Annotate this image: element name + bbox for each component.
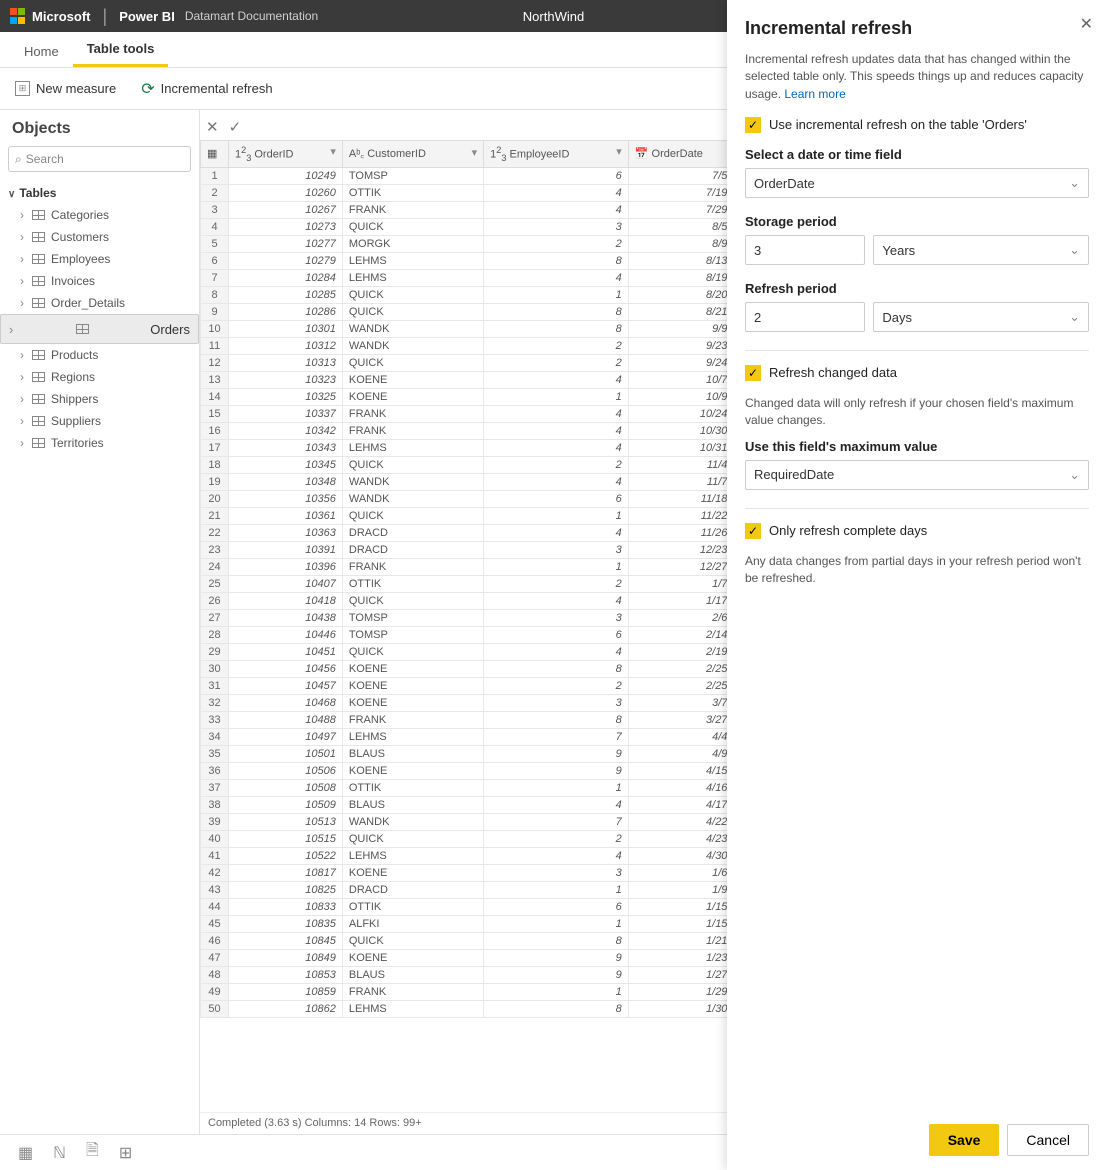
- use-incremental-checkbox[interactable]: ✓ Use incremental refresh on the table '…: [745, 117, 1089, 133]
- changed-data-desc: Changed data will only refresh if your c…: [745, 395, 1089, 429]
- sidebar-item-customers[interactable]: Customers: [0, 226, 199, 248]
- refresh-changed-label: Refresh changed data: [769, 365, 897, 380]
- incremental-refresh-label: Incremental refresh: [161, 81, 273, 96]
- max-value-label: Use this field's maximum value: [745, 439, 1089, 454]
- checkbox-icon: ✓: [745, 523, 761, 539]
- search-icon: ⌕: [15, 152, 22, 167]
- storage-period-unit[interactable]: Years⌄: [873, 235, 1089, 265]
- brand-divider: |: [103, 6, 108, 27]
- max-value-select[interactable]: RequiredDate⌄: [745, 460, 1089, 490]
- save-button[interactable]: Save: [929, 1124, 1000, 1156]
- storage-period-number[interactable]: 3: [745, 235, 865, 265]
- chevron-down-icon: ⌄: [1069, 175, 1080, 191]
- panel-description: Incremental refresh updates data that ha…: [745, 51, 1089, 103]
- confirm-icon[interactable]: ✓: [229, 118, 242, 136]
- complete-days-checkbox[interactable]: ✓ Only refresh complete days: [745, 523, 1089, 539]
- refresh-period-number[interactable]: 2: [745, 302, 865, 332]
- table-icon: [32, 416, 45, 426]
- sidebar-item-orders[interactable]: Orders: [0, 314, 199, 344]
- incremental-refresh-button[interactable]: ⟳ Incremental refresh: [141, 79, 272, 99]
- refresh-period-label: Refresh period: [745, 281, 1089, 296]
- date-field-value: OrderDate: [754, 176, 815, 191]
- sidebar-header-tables[interactable]: Tables: [0, 178, 199, 204]
- cancel-button[interactable]: Cancel: [1007, 1124, 1089, 1156]
- view-measure-icon[interactable]: ⊞: [119, 1143, 132, 1163]
- storage-period-label: Storage period: [745, 214, 1089, 229]
- view-table-icon[interactable]: ▦: [18, 1143, 33, 1163]
- column-header[interactable]: 123 OrderID ▾: [229, 141, 343, 168]
- close-icon[interactable]: ✕: [1080, 14, 1093, 34]
- table-icon: [32, 372, 45, 382]
- table-icon: [32, 232, 45, 242]
- brand-subtitle: Datamart Documentation: [185, 9, 318, 23]
- new-measure-button[interactable]: ⊞ New measure: [15, 81, 116, 96]
- column-header[interactable]: Aᵇ꜀ CustomerID ▾: [342, 141, 483, 168]
- table-icon: [32, 350, 45, 360]
- sidebar-item-regions[interactable]: Regions: [0, 366, 199, 388]
- search-input[interactable]: ⌕ Search: [8, 146, 191, 172]
- chevron-down-icon: ⌄: [1069, 309, 1080, 325]
- table-icon: [32, 298, 45, 308]
- date-field-label: Select a date or time field: [745, 147, 1089, 162]
- column-header[interactable]: 123 EmployeeID ▾: [484, 141, 629, 168]
- checkbox-icon: ✓: [745, 117, 761, 133]
- sidebar: Objects ⌕ Search Tables CategoriesCustom…: [0, 110, 200, 1134]
- sidebar-item-products[interactable]: Products: [0, 344, 199, 366]
- table-icon: [32, 394, 45, 404]
- cancel-icon[interactable]: ✕: [206, 118, 219, 136]
- sidebar-item-shippers[interactable]: Shippers: [0, 388, 199, 410]
- complete-days-desc: Any data changes from partial days in yo…: [745, 553, 1089, 587]
- sidebar-title: Objects: [0, 114, 199, 146]
- sidebar-item-suppliers[interactable]: Suppliers: [0, 410, 199, 432]
- panel-title: Incremental refresh: [745, 18, 1089, 39]
- measure-icon: ⊞: [15, 81, 30, 96]
- brand-product: Power BI: [119, 9, 175, 24]
- incremental-refresh-panel: ✕ Incremental refresh Incremental refres…: [727, 0, 1107, 1170]
- complete-days-label: Only refresh complete days: [769, 523, 927, 538]
- learn-more-link[interactable]: Learn more: [784, 87, 845, 101]
- workspace-title: NorthWind: [523, 9, 584, 24]
- date-field-select[interactable]: OrderDate ⌄: [745, 168, 1089, 198]
- refresh-changed-checkbox[interactable]: ✓ Refresh changed data: [745, 365, 1089, 381]
- chevron-down-icon: ⌄: [1069, 242, 1080, 258]
- sidebar-item-categories[interactable]: Categories: [0, 204, 199, 226]
- new-measure-label: New measure: [36, 81, 116, 96]
- table-icon: [32, 276, 45, 286]
- table-icon: [32, 254, 45, 264]
- chevron-down-icon: ⌄: [1069, 467, 1080, 483]
- view-model-icon[interactable]: ℕ: [53, 1143, 66, 1163]
- table-icon: [32, 210, 45, 220]
- tab-home[interactable]: Home: [10, 34, 73, 67]
- sidebar-item-order_details[interactable]: Order_Details: [0, 292, 199, 314]
- column-header[interactable]: ▦: [201, 141, 229, 168]
- refresh-icon: ⟳: [141, 79, 154, 99]
- checkbox-icon: ✓: [745, 365, 761, 381]
- use-incremental-label: Use incremental refresh on the table 'Or…: [769, 117, 1027, 132]
- refresh-period-unit[interactable]: Days⌄: [873, 302, 1089, 332]
- sidebar-item-employees[interactable]: Employees: [0, 248, 199, 270]
- tab-table-tools[interactable]: Table tools: [73, 31, 169, 67]
- view-query-icon[interactable]: 🗎: [86, 1139, 99, 1166]
- table-icon: [32, 438, 45, 448]
- microsoft-logo-icon: [10, 8, 26, 24]
- search-placeholder: Search: [26, 152, 64, 166]
- brand-ms: Microsoft: [32, 9, 91, 24]
- table-icon: [76, 324, 89, 334]
- sidebar-item-invoices[interactable]: Invoices: [0, 270, 199, 292]
- sidebar-item-territories[interactable]: Territories: [0, 432, 199, 454]
